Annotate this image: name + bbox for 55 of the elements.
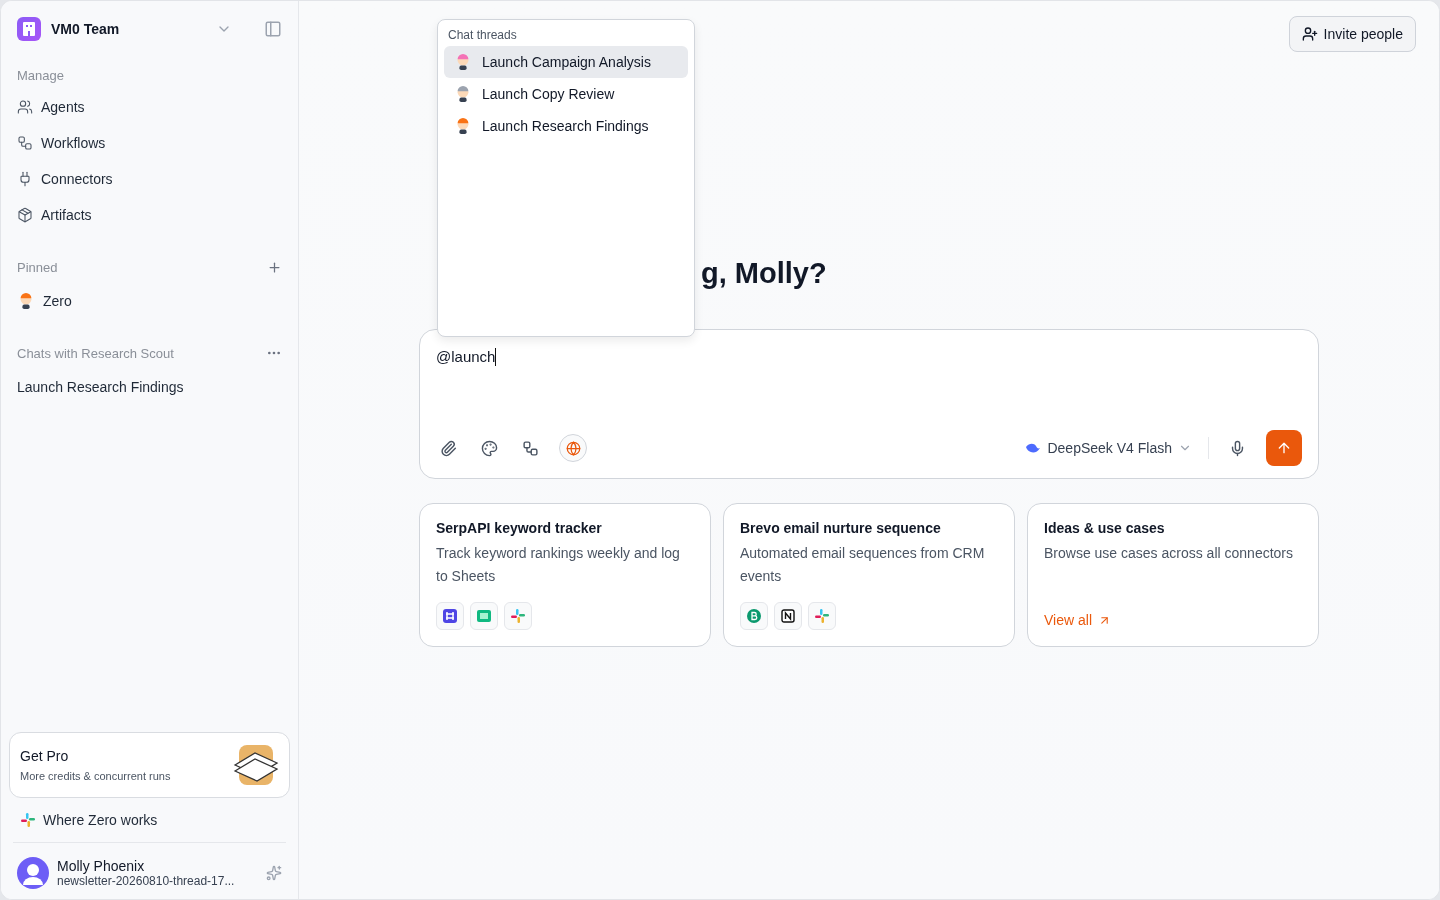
message-field[interactable]: @launch: [436, 348, 1302, 430]
team-name: VM0 Team: [51, 21, 121, 37]
suggestion-card[interactable]: Brevo email nurture sequence Automated email sequences from CRM events: [723, 503, 1015, 647]
sidebar-toggle-icon[interactable]: [264, 20, 282, 38]
menu-item[interactable]: Launch Copy Review: [444, 78, 688, 110]
sidebar-item[interactable]: Artifacts: [9, 197, 290, 233]
greeting-heading: g, Molly?: [701, 256, 827, 290]
section-title: Chats with Research Scout: [17, 345, 174, 361]
sidebar-item[interactable]: Connectors: [9, 161, 290, 197]
stack-drawing: [233, 743, 279, 787]
view-all-link[interactable]: View all: [1044, 612, 1302, 628]
grid-logo-icon: [443, 609, 457, 623]
user-plus-icon: [1301, 26, 1318, 42]
letter-b-logo-icon: [747, 609, 761, 623]
section-title: Manage: [17, 67, 64, 83]
sidebar-item[interactable]: Workflows: [9, 125, 290, 161]
card-title: SerpAPI keyword tracker: [436, 520, 603, 536]
sidebar-item[interactable]: Agents: [9, 89, 290, 125]
nav-icon: [17, 207, 33, 223]
send-button[interactable]: [1266, 430, 1302, 466]
suggestion-card[interactable]: SerpAPI keyword tracker Track keyword rankings weekly and log to Sheets: [419, 503, 711, 647]
slack-logo-icon: [21, 813, 35, 827]
add-icon[interactable]: [267, 259, 282, 275]
where-link[interactable]: Where Zero works: [13, 798, 286, 843]
sparkle-icon[interactable]: [266, 865, 282, 881]
nav-icon: [17, 171, 33, 187]
invite-button[interactable]: Invite people: [1288, 16, 1416, 52]
globe-icon: [565, 440, 581, 456]
user-detail: newsletter-20260810-thread-17...: [57, 874, 236, 888]
model-selector[interactable]: DeepSeek V4 Flash: [1025, 440, 1192, 456]
user-name: Molly Phoenix: [57, 858, 146, 874]
suggestion-card[interactable]: Ideas & use cases Browse use cases across all connectors View all: [1027, 503, 1319, 647]
nav-icon: [17, 135, 33, 151]
menu-item[interactable]: Launch Research Findings: [444, 110, 688, 142]
promo-subtitle: More credits & concurrent runs: [20, 770, 171, 782]
promo-title: Get Pro: [20, 748, 70, 764]
slack-logo-icon: [815, 609, 829, 623]
card-title: Brevo email nurture sequence: [740, 520, 942, 536]
team-logo-icon: [17, 17, 41, 41]
card-description: Track keyword rankings weekly and log to Sheets: [436, 544, 681, 586]
slack-logo-icon: [511, 609, 525, 623]
letter-n-logo-icon: [781, 609, 795, 623]
promo-card[interactable]: Get Pro More credits & concurrent runs: [9, 732, 290, 798]
card-description: Automated email sequences from CRM events: [740, 544, 986, 586]
section-title: Pinned: [17, 259, 58, 275]
menu-item[interactable]: Launch Campaign Analysis: [444, 46, 688, 78]
sidebar-item[interactable]: Zero: [9, 283, 290, 319]
user-avatar-icon: [17, 857, 49, 889]
card-title: Ideas & use cases: [1044, 520, 1166, 536]
sheet-logo-icon: [477, 610, 491, 622]
nav-icon: [17, 99, 33, 115]
menu-title: Chat threads: [447, 28, 518, 44]
web-search-toggle[interactable]: [559, 434, 587, 462]
card-description: Browse use cases across all connectors: [1044, 544, 1294, 563]
sidebar-item[interactable]: Launch Research Findings: [9, 369, 290, 405]
